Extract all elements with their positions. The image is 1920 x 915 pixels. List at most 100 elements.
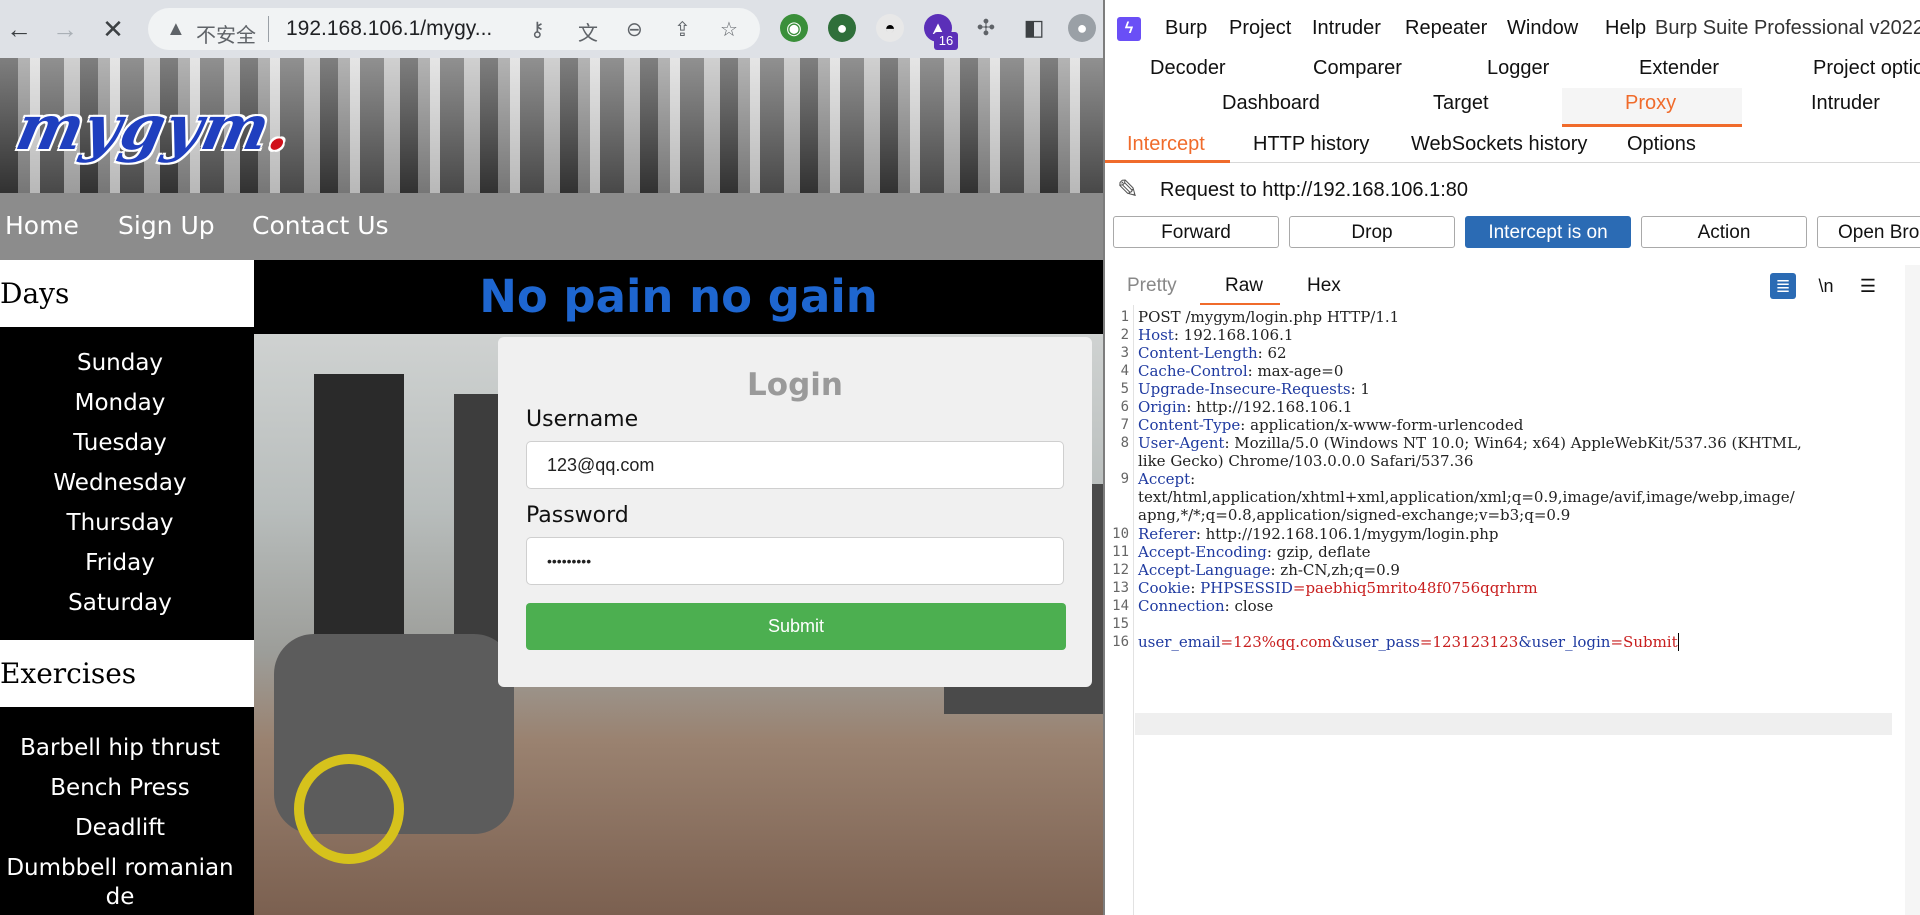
vertical-scrollbar[interactable] [1905, 265, 1920, 915]
body-param-value: =Submit [1610, 633, 1678, 651]
share-icon[interactable]: ⇪ [674, 17, 691, 42]
header-line: Accept-Encoding: gzip, deflate [1138, 543, 1898, 561]
menu-project[interactable]: Project [1229, 17, 1291, 40]
line-number: 3 [1120, 345, 1129, 361]
puzzle-icon[interactable]: ✣ [972, 14, 1000, 42]
raw-request-editor[interactable]: 1 POST /mygym/login.php HTTP/1.1 2 Host:… [1105, 305, 1906, 915]
tab-intruder[interactable]: Intruder [1811, 92, 1880, 115]
username-input[interactable]: 123@qq.com [526, 441, 1064, 489]
day-item[interactable]: Thursday [0, 510, 240, 536]
tab-dashboard[interactable]: Dashboard [1222, 92, 1320, 115]
nav-contact-link[interactable]: Contact Us [252, 211, 389, 240]
tab-comparer[interactable]: Comparer [1313, 57, 1402, 80]
drop-button[interactable]: Drop [1289, 216, 1455, 248]
day-item[interactable]: Monday [0, 390, 240, 416]
body-param-value: =123%qq.com [1220, 633, 1332, 651]
line-number: 1 [1120, 309, 1129, 325]
side-panel-icon[interactable]: ◧ [1020, 14, 1048, 42]
pencil-icon[interactable]: ✎ [1117, 174, 1139, 205]
nav-signup-link[interactable]: Sign Up [118, 211, 215, 240]
header-name: Accept [1138, 470, 1191, 488]
subtab-websockets-history[interactable]: WebSockets history [1411, 133, 1587, 156]
line-number: 15 [1112, 616, 1129, 632]
show-newlines-toggle[interactable]: \n [1813, 273, 1839, 299]
forward-button[interactable]: Forward [1113, 216, 1279, 248]
submit-button[interactable]: Submit [526, 603, 1066, 650]
header-line: User-Agent: Mozilla/5.0 (Windows NT 10.0… [1138, 434, 1898, 452]
line-number: 2 [1120, 327, 1129, 343]
tab-logger[interactable]: Logger [1487, 57, 1549, 80]
exercise-item[interactable]: Bench Press [0, 775, 240, 801]
line-number: 11 [1112, 544, 1129, 560]
zoom-icon[interactable]: ⊖ [626, 17, 643, 42]
site-logo[interactable]: mygym. [10, 91, 300, 164]
menu-intruder[interactable]: Intruder [1312, 17, 1381, 40]
tab-project-options[interactable]: Project optio [1813, 57, 1920, 80]
line-number: 6 [1120, 399, 1129, 415]
day-item[interactable]: Sunday [0, 350, 240, 376]
tab-decoder[interactable]: Decoder [1150, 57, 1226, 80]
request-body[interactable]: user_email=123%qq.com&user_pass=12312312… [1138, 633, 1898, 651]
password-input[interactable]: ••••••••• [526, 537, 1064, 585]
editor-tab-raw[interactable]: Raw [1225, 275, 1263, 297]
header-name: Origin [1138, 398, 1187, 416]
editor-tab-pretty[interactable]: Pretty [1127, 275, 1177, 297]
globe-extension-icon[interactable]: ◉ [780, 14, 808, 42]
exercise-item-wrap[interactable]: de [0, 884, 240, 910]
star-icon[interactable]: ☆ [720, 17, 738, 42]
browser-window: ← → ✕ ▲ 不安全 192.168.106.1/mygy... ⚷ 文 ⊖ … [0, 0, 1103, 915]
stop-loading-icon[interactable]: ✕ [96, 12, 130, 46]
profile-avatar-icon[interactable]: ● [1068, 14, 1096, 42]
menu-window[interactable]: Window [1507, 17, 1578, 40]
menu-repeater[interactable]: Repeater [1405, 17, 1487, 40]
header-line: Content-Type: application/x-www-form-url… [1138, 416, 1898, 434]
header-line: Upgrade-Insecure-Requests: 1 [1138, 380, 1898, 398]
slogan-heading: No pain no gain [479, 270, 878, 323]
password-label: Password [526, 503, 629, 528]
exercise-item[interactable]: Deadlift [0, 815, 240, 841]
hat-extension-icon[interactable]: ◓ [876, 14, 904, 42]
subtab-intercept[interactable]: Intercept [1127, 133, 1205, 156]
proxy-subtabs: Intercept HTTP history WebSockets histor… [1105, 124, 1920, 163]
menu-burp[interactable]: Burp [1165, 17, 1207, 40]
key-icon[interactable]: ⚷ [530, 17, 545, 42]
browser-toolbar: ← → ✕ ▲ 不安全 192.168.106.1/mygy... ⚷ 文 ⊖ … [0, 0, 1103, 58]
body-param-name: &user_pass [1331, 633, 1420, 651]
header-value: : http://192.168.106.1/mygym/login.php [1195, 525, 1499, 543]
back-icon[interactable]: ← [2, 12, 36, 46]
action-button[interactable]: Action [1641, 216, 1807, 248]
open-browser-button[interactable]: Open Bro [1817, 216, 1920, 248]
url-text[interactable]: 192.168.106.1/mygy... [286, 17, 492, 41]
tab-proxy[interactable]: Proxy [1625, 92, 1676, 115]
menu-icon[interactable]: ☰ [1855, 273, 1881, 299]
word-wrap-icon[interactable]: ≣ [1770, 273, 1796, 299]
day-item[interactable]: Saturday [0, 590, 240, 616]
header-value: : close [1224, 597, 1274, 615]
editor-tab-hex[interactable]: Hex [1307, 275, 1341, 297]
tab-target[interactable]: Target [1433, 92, 1489, 115]
tab-extender[interactable]: Extender [1639, 57, 1719, 80]
translate-icon[interactable]: 文 [578, 17, 598, 46]
subtab-http-history[interactable]: HTTP history [1253, 133, 1369, 156]
exercise-item[interactable]: Barbell hip thrust [0, 735, 240, 761]
site-navbar: Home Sign Up Contact Us [0, 193, 1103, 260]
header-name: Referer [1138, 525, 1196, 543]
nav-home-link[interactable]: Home [5, 211, 79, 240]
intercept-toggle-button[interactable]: Intercept is on [1465, 216, 1631, 248]
forward-icon[interactable]: → [48, 12, 82, 46]
body-param-value: =123123123 [1419, 633, 1519, 651]
subtab-options[interactable]: Options [1627, 133, 1696, 156]
day-item[interactable]: Wednesday [0, 470, 240, 496]
header-value: : 192.168.106.1 [1173, 326, 1294, 344]
address-bar[interactable]: ▲ 不安全 192.168.106.1/mygy... ⚷ 文 ⊖ ⇪ ☆ [148, 8, 760, 50]
header-name: User-Agent [1138, 434, 1225, 452]
line-number: 4 [1120, 363, 1129, 379]
line-number: 5 [1120, 381, 1129, 397]
header-value: : [1190, 470, 1196, 488]
header-line: Connection: close [1138, 597, 1898, 615]
menu-help[interactable]: Help [1605, 17, 1646, 40]
shield-extension-icon[interactable]: ● [828, 14, 856, 42]
exercise-item[interactable]: Dumbbell romanian [0, 855, 240, 881]
day-item[interactable]: Tuesday [0, 430, 240, 456]
day-item[interactable]: Friday [0, 550, 240, 576]
